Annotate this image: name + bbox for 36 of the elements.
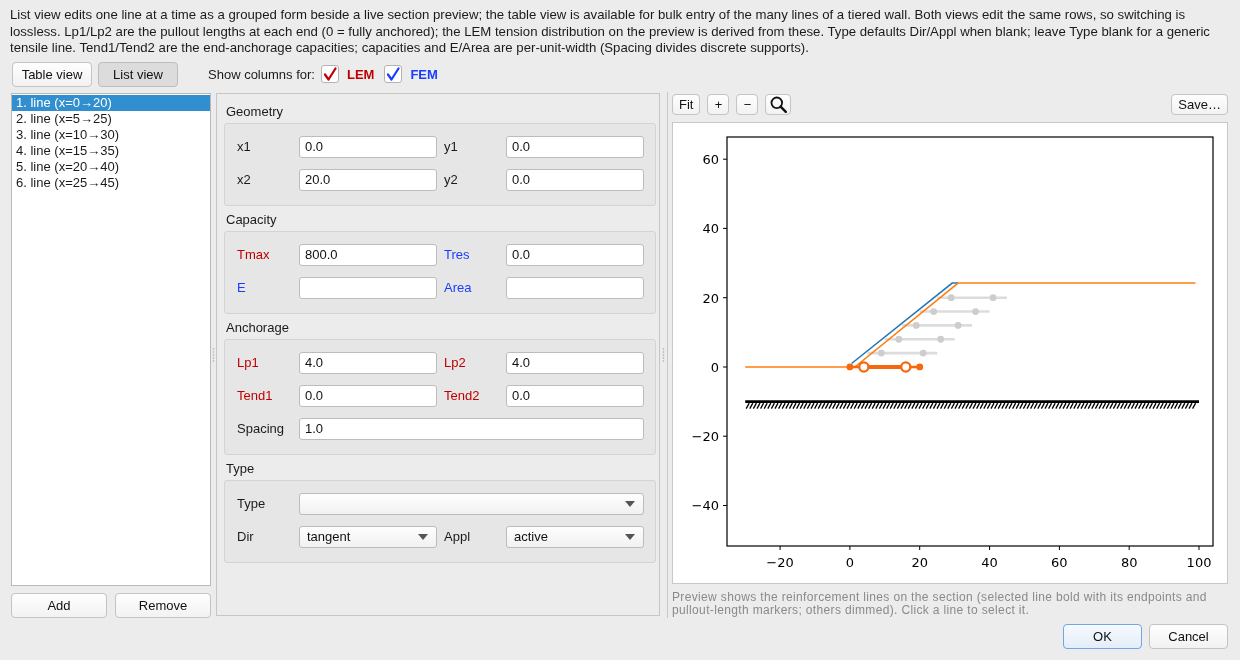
- preview-caption: Preview shows the reinforcement lines on the section (selected line bold with its endpoints and pullout-length markers; others dimmed). Click a line to select it.: [672, 590, 1208, 618]
- group-title: Type: [225, 460, 255, 477]
- y-tick-label: 60: [702, 151, 719, 167]
- field-label: Spacing: [237, 421, 284, 436]
- field-label: Appl: [444, 529, 471, 544]
- x-tick-label: 20: [911, 554, 928, 570]
- field-label: E: [237, 280, 246, 295]
- y-tick-label: 0: [710, 359, 719, 375]
- field-label: Lp2: [444, 355, 466, 370]
- x-tick-label: 0: [845, 554, 855, 570]
- y-tick-label: −40: [691, 498, 719, 513]
- show-columns-label: Show columns for:: [208, 66, 315, 82]
- x-tick-label: 60: [1051, 554, 1068, 570]
- field-label: Lp1: [237, 355, 259, 370]
- y-tick-label: 40: [702, 220, 719, 236]
- group-title: Anchorage: [225, 319, 289, 336]
- field-label: x1: [237, 139, 251, 154]
- field-label: Dir: [237, 529, 254, 544]
- x-tick-label: 40: [981, 554, 998, 570]
- field-label: Type: [237, 496, 266, 511]
- x-tick-label: 80: [1120, 554, 1138, 570]
- field-label: Tres: [444, 247, 470, 262]
- field-label: Area: [444, 280, 472, 295]
- field-label: x2: [237, 172, 251, 187]
- y-tick-label: −20: [691, 428, 719, 444]
- field-label: y2: [444, 172, 458, 187]
- group-title: Geometry: [225, 103, 284, 120]
- group-title: Capacity: [225, 211, 277, 228]
- field-label: Tend1: [237, 388, 273, 403]
- field-label: Tmax: [237, 247, 270, 262]
- field-label: Tend2: [444, 388, 480, 403]
- x-tick-label: 100: [1186, 554, 1212, 570]
- y-tick-label: 20: [702, 290, 719, 306]
- field-label: y1: [444, 139, 458, 154]
- x-tick-label: −20: [766, 554, 794, 570]
- instructions-text: List view edits one line at a time as a grouped form beside a live section preview; the table view is available for bulk entry of the many lines of a tiered wall. Both views edit the same rows, so switching is lossless. Lp1/Lp2 are the pullout lengths at each end (0 = fully anchored); the LEM tension distribution on the preview is derived from these. Type defaults Dir/Appl when blank; leave Type blank for a generic tensile line. Tend1/Tend2 are the end-anchorage capacities; capacities and E/Area are per-unit-width (Spacing divides discrete supports).: [9, 6, 1211, 57]
